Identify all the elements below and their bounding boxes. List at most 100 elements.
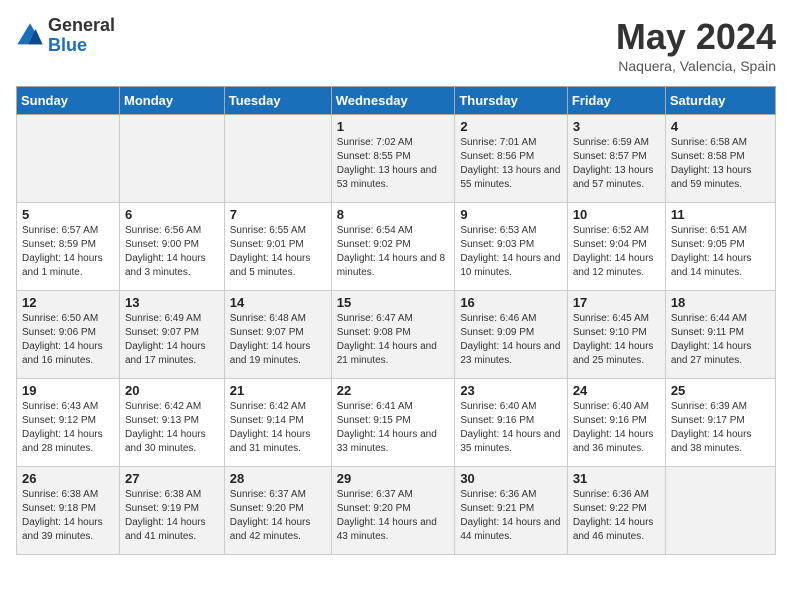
day-info: Sunrise: 6:52 AM Sunset: 9:04 PM Dayligh…: [573, 224, 660, 280]
day-info: Sunrise: 6:59 AM Sunset: 8:57 PM Dayligh…: [573, 136, 660, 192]
logo-blue: Blue: [48, 36, 115, 56]
calendar-cell: 12Sunrise: 6:50 AM Sunset: 9:06 PM Dayli…: [17, 291, 120, 379]
day-number: 24: [573, 383, 660, 398]
calendar-week-row: 1 Sunrise: 7:02 AM Sunset: 8:55 PM Daylig…: [17, 115, 776, 203]
day-number: 20: [125, 383, 219, 398]
calendar-cell: 31 Sunrise: 6:36 AM Sunset: 9:22 PM Dayli…: [567, 467, 665, 555]
day-number: 30: [460, 471, 562, 486]
day-info: Sunrise: 6:40 AM Sunset: 9:16 PM Dayligh…: [573, 400, 660, 456]
day-number: 12: [22, 295, 114, 310]
day-info: Sunrise: 6:36 AM Sunset: 9:22 PM Dayligh…: [573, 488, 660, 544]
day-number: 27: [125, 471, 219, 486]
calendar-cell: 4 Sunrise: 6:58 AM Sunset: 8:58 PM Daylig…: [665, 115, 775, 203]
day-number: 14: [230, 295, 326, 310]
calendar-cell: 16 Sunrise: 6:46 AM Sunset: 9:09 PM Dayli…: [455, 291, 568, 379]
day-number: 28: [230, 471, 326, 486]
day-info: Sunrise: 6:37 AM Sunset: 9:20 PM Dayligh…: [337, 488, 450, 544]
day-info: Sunrise: 6:49 AM Sunset: 9:07 PM Dayligh…: [125, 312, 219, 368]
weekday-header: Sunday: [17, 87, 120, 115]
month-title: May 2024: [616, 16, 776, 58]
calendar-week-row: 26 Sunrise: 6:38 AM Sunset: 9:18 PM Dayli…: [17, 467, 776, 555]
calendar-cell: 25Sunrise: 6:39 AM Sunset: 9:17 PM Dayli…: [665, 379, 775, 467]
calendar-cell: 1 Sunrise: 7:02 AM Sunset: 8:55 PM Daylig…: [331, 115, 455, 203]
day-info: Sunrise: 6:48 AM Sunset: 9:07 PM Dayligh…: [230, 312, 326, 368]
day-info: Sunrise: 6:55 AM Sunset: 9:01 PM Dayligh…: [230, 224, 326, 280]
day-info: Sunrise: 6:42 AM Sunset: 9:13 PM Dayligh…: [125, 400, 219, 456]
day-number: 29: [337, 471, 450, 486]
day-info: Sunrise: 6:53 AM Sunset: 9:03 PM Dayligh…: [460, 224, 562, 280]
calendar-cell: [120, 115, 225, 203]
day-number: 3: [573, 119, 660, 134]
day-info: Sunrise: 6:38 AM Sunset: 9:18 PM Dayligh…: [22, 488, 114, 544]
day-number: 25: [671, 383, 770, 398]
calendar-cell: 28 Sunrise: 6:37 AM Sunset: 9:20 PM Dayli…: [224, 467, 331, 555]
calendar-cell: 19Sunrise: 6:43 AM Sunset: 9:12 PM Dayli…: [17, 379, 120, 467]
calendar-cell: 23Sunrise: 6:40 AM Sunset: 9:16 PM Dayli…: [455, 379, 568, 467]
calendar-cell: 3 Sunrise: 6:59 AM Sunset: 8:57 PM Daylig…: [567, 115, 665, 203]
day-info: Sunrise: 6:58 AM Sunset: 8:58 PM Dayligh…: [671, 136, 770, 192]
day-info: Sunrise: 6:46 AM Sunset: 9:09 PM Dayligh…: [460, 312, 562, 368]
calendar-cell: 15Sunrise: 6:47 AM Sunset: 9:08 PM Dayli…: [331, 291, 455, 379]
location: Naquera, Valencia, Spain: [616, 58, 776, 74]
title-block: May 2024 Naquera, Valencia, Spain: [616, 16, 776, 74]
day-info: Sunrise: 6:41 AM Sunset: 9:15 PM Dayligh…: [337, 400, 450, 456]
day-info: Sunrise: 6:37 AM Sunset: 9:20 PM Dayligh…: [230, 488, 326, 544]
calendar-cell: 30Sunrise: 6:36 AM Sunset: 9:21 PM Dayli…: [455, 467, 568, 555]
page-header: General Blue May 2024 Naquera, Valencia,…: [16, 16, 776, 74]
day-number: 18: [671, 295, 770, 310]
day-info: Sunrise: 6:51 AM Sunset: 9:05 PM Dayligh…: [671, 224, 770, 280]
calendar-week-row: 5Sunrise: 6:57 AM Sunset: 8:59 PM Daylig…: [17, 203, 776, 291]
day-info: Sunrise: 6:43 AM Sunset: 9:12 PM Dayligh…: [22, 400, 114, 456]
day-info: Sunrise: 7:01 AM Sunset: 8:56 PM Dayligh…: [460, 136, 562, 192]
calendar-week-row: 12Sunrise: 6:50 AM Sunset: 9:06 PM Dayli…: [17, 291, 776, 379]
calendar-cell: 29 Sunrise: 6:37 AM Sunset: 9:20 PM Dayli…: [331, 467, 455, 555]
logo: General Blue: [16, 16, 115, 56]
calendar-cell: [224, 115, 331, 203]
calendar-cell: 14 Sunrise: 6:48 AM Sunset: 9:07 PM Dayli…: [224, 291, 331, 379]
calendar-cell: [665, 467, 775, 555]
calendar-cell: 24 Sunrise: 6:40 AM Sunset: 9:16 PM Dayli…: [567, 379, 665, 467]
day-number: 6: [125, 207, 219, 222]
weekday-header: Tuesday: [224, 87, 331, 115]
calendar-cell: 10 Sunrise: 6:52 AM Sunset: 9:04 PM Dayli…: [567, 203, 665, 291]
day-number: 7: [230, 207, 326, 222]
logo-icon: [16, 22, 44, 50]
calendar-cell: 11 Sunrise: 6:51 AM Sunset: 9:05 PM Dayli…: [665, 203, 775, 291]
calendar-cell: 5Sunrise: 6:57 AM Sunset: 8:59 PM Daylig…: [17, 203, 120, 291]
day-info: Sunrise: 6:40 AM Sunset: 9:16 PM Dayligh…: [460, 400, 562, 456]
weekday-header: Thursday: [455, 87, 568, 115]
weekday-header: Friday: [567, 87, 665, 115]
day-info: Sunrise: 6:44 AM Sunset: 9:11 PM Dayligh…: [671, 312, 770, 368]
day-number: 17: [573, 295, 660, 310]
day-number: 9: [460, 207, 562, 222]
day-number: 11: [671, 207, 770, 222]
day-number: 1: [337, 119, 450, 134]
day-number: 31: [573, 471, 660, 486]
day-number: 10: [573, 207, 660, 222]
day-number: 5: [22, 207, 114, 222]
day-info: Sunrise: 6:54 AM Sunset: 9:02 PM Dayligh…: [337, 224, 450, 280]
day-info: Sunrise: 7:02 AM Sunset: 8:55 PM Dayligh…: [337, 136, 450, 192]
day-number: 8: [337, 207, 450, 222]
calendar-cell: 18 Sunrise: 6:44 AM Sunset: 9:11 PM Dayli…: [665, 291, 775, 379]
calendar-cell: 9 Sunrise: 6:53 AM Sunset: 9:03 PM Daylig…: [455, 203, 568, 291]
day-info: Sunrise: 6:45 AM Sunset: 9:10 PM Dayligh…: [573, 312, 660, 368]
calendar-cell: 6Sunrise: 6:56 AM Sunset: 9:00 PM Daylig…: [120, 203, 225, 291]
day-number: 4: [671, 119, 770, 134]
weekday-header: Monday: [120, 87, 225, 115]
day-number: 16: [460, 295, 562, 310]
day-number: 26: [22, 471, 114, 486]
day-number: 15: [337, 295, 450, 310]
calendar-cell: [17, 115, 120, 203]
day-number: 21: [230, 383, 326, 398]
day-number: 22: [337, 383, 450, 398]
day-number: 2: [460, 119, 562, 134]
weekday-row: SundayMondayTuesdayWednesdayThursdayFrid…: [17, 87, 776, 115]
calendar-cell: 27 Sunrise: 6:38 AM Sunset: 9:19 PM Dayli…: [120, 467, 225, 555]
day-info: Sunrise: 6:38 AM Sunset: 9:19 PM Dayligh…: [125, 488, 219, 544]
calendar-cell: 20 Sunrise: 6:42 AM Sunset: 9:13 PM Dayli…: [120, 379, 225, 467]
day-info: Sunrise: 6:42 AM Sunset: 9:14 PM Dayligh…: [230, 400, 326, 456]
calendar-cell: 22 Sunrise: 6:41 AM Sunset: 9:15 PM Dayli…: [331, 379, 455, 467]
day-number: 13: [125, 295, 219, 310]
calendar-cell: 7 Sunrise: 6:55 AM Sunset: 9:01 PM Daylig…: [224, 203, 331, 291]
